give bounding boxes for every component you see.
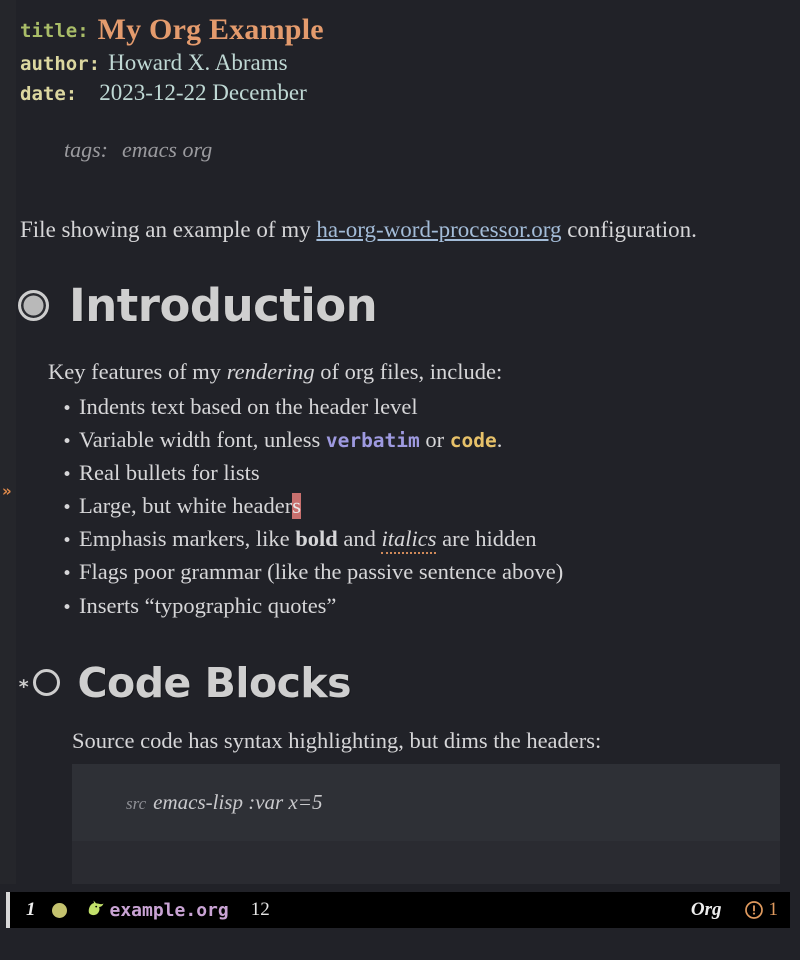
- modeline[interactable]: 1 example.org 12 Org 1: [10, 892, 790, 928]
- text-cursor: s: [292, 493, 302, 520]
- document-date: 2023-12-22 December: [99, 79, 307, 105]
- introduction-lead-line: Key features of my rendering of org file…: [0, 332, 800, 387]
- lead-italic-rendering: rendering: [226, 359, 315, 385]
- error-count: 1: [768, 899, 779, 920]
- org-tags-line: tags: emacs org: [0, 108, 800, 189]
- heading-code-blocks[interactable]: * Code Blocks: [0, 621, 800, 707]
- document-author: Howard X. Abrams: [108, 49, 288, 75]
- lead-part1: Key features of my: [48, 359, 227, 385]
- list-item-text: Emphasis markers, like bold and italics …: [79, 523, 537, 555]
- intro-paragraph: File showing an example of my ha-org-wor…: [0, 189, 800, 245]
- item-emphasis-mid: and: [337, 526, 382, 552]
- source-block-code[interactable]: (defun sum (&rest nums) "Sums all the NU…: [72, 840, 780, 884]
- code-blocks-lead-line: Source code has syntax highlighting, but…: [72, 727, 602, 753]
- verbatim-text: verbatim: [325, 429, 420, 453]
- keyword-line-date: date: 2023-12-22 December: [20, 78, 800, 108]
- keyword-author-label: author:: [20, 52, 101, 75]
- modeline-left-group: 1 example.org 12: [10, 899, 270, 921]
- modeline-right-group: Org 1: [691, 899, 790, 921]
- item-emphasis-pre: Emphasis markers, like: [79, 526, 296, 552]
- intro-text-after: configuration.: [561, 217, 697, 243]
- keyword-date-label: date:: [20, 82, 78, 105]
- item-font-post: .: [496, 427, 503, 453]
- hollow-ring-bullet-icon: [33, 669, 61, 697]
- keyword-line-author: author: Howard X. Abrams: [20, 48, 800, 78]
- list-item: • Flags poor grammar (like the passive s…: [62, 554, 800, 587]
- buffer-text-content: title: My Org Example author: Howard X. …: [0, 0, 800, 884]
- list-item: • Emphasis markers, like bold and italic…: [62, 521, 800, 555]
- list-item: • Real bullets for lists: [62, 455, 800, 488]
- circle-exclamation-icon[interactable]: [744, 900, 764, 920]
- buffer-state-dot-icon[interactable]: [51, 902, 67, 918]
- item-emphasis-post: are hidden: [436, 526, 537, 552]
- list-item: • Variable width font, unless verbatim o…: [62, 422, 800, 455]
- heading-code-blocks-text: Code Blocks: [77, 658, 352, 707]
- intro-text-before: File showing an example of my: [20, 217, 317, 243]
- source-language-args: emacs-lisp :var x=5: [153, 789, 323, 814]
- italic-text-grammar-flagged: italics: [381, 526, 437, 555]
- buffer-name[interactable]: example.org: [110, 900, 229, 921]
- list-item-text: Indents text based on the header level: [79, 394, 418, 420]
- list-bullet-icon: •: [62, 531, 73, 552]
- org-link-ha-org-word-processor[interactable]: ha-org-word-processor.org: [316, 217, 561, 242]
- introduction-body: Key features of my rendering of org file…: [0, 332, 800, 620]
- item-font-mid: or: [419, 427, 450, 453]
- list-bullet-icon: •: [62, 597, 73, 618]
- bold-text: bold: [295, 526, 338, 552]
- code-text: code: [449, 429, 497, 453]
- list-bullet-icon: •: [62, 465, 73, 486]
- list-item-text: Flags poor grammar (like the passive sen…: [79, 559, 564, 585]
- filled-ring-bullet-icon: [18, 290, 49, 322]
- list-item-text: Real bullets for lists: [79, 460, 260, 486]
- list-item: • Large, but white headers: [62, 488, 800, 521]
- feature-list: • Indents text based on the header level…: [0, 387, 800, 620]
- source-block[interactable]: src emacs-lisp :var x=5 (defun sum (&rest…: [72, 763, 780, 884]
- list-bullet-icon: •: [62, 564, 73, 585]
- heading-introduction[interactable]: Introduction: [0, 245, 800, 332]
- org-unicorn-icon: [85, 899, 107, 921]
- keyword-title-label: title:: [20, 20, 89, 42]
- heading-stars: *: [18, 676, 30, 699]
- window-number: 1: [26, 899, 36, 920]
- source-begin-keyword: src: [126, 793, 147, 813]
- document-title: My Org Example: [97, 13, 324, 46]
- list-bullet-icon: •: [62, 399, 73, 420]
- tags-label: tags:: [64, 137, 108, 163]
- modeline-area: 1 example.org 12 Org 1: [0, 884, 800, 960]
- lead-part2: of org files, include:: [314, 359, 503, 385]
- keyword-line-title: title: My Org Example: [20, 8, 800, 48]
- line-number: 12: [250, 899, 270, 920]
- source-block-header: src emacs-lisp :var x=5: [72, 763, 780, 841]
- org-buffer[interactable]: » title: My Org Example author: Howard X…: [0, 0, 800, 884]
- major-mode-label[interactable]: Org: [691, 899, 722, 921]
- list-item: • Inserts “typographic quotes”: [62, 588, 800, 621]
- list-item: • Indents text based on the header level: [62, 389, 800, 422]
- code-blocks-body: Source code has syntax highlighting, but…: [0, 707, 800, 756]
- emacs-frame: » title: My Org Example author: Howard X…: [0, 0, 800, 960]
- tags-value: emacs org: [122, 137, 213, 163]
- list-bullet-icon: •: [62, 432, 73, 453]
- list-item-text: Variable width font, unless verbatim or …: [79, 424, 502, 455]
- org-keyword-block: title: My Org Example author: Howard X. …: [0, 0, 800, 108]
- list-item-text: Large, but white headers: [79, 490, 302, 521]
- heading-introduction-text: Introduction: [69, 279, 378, 333]
- list-bullet-icon: •: [62, 498, 73, 519]
- item-headers-pre: Large, but white header: [79, 493, 293, 519]
- list-item-text: Inserts “typographic quotes”: [79, 592, 337, 618]
- item-font-pre: Variable width font, unless: [79, 427, 326, 453]
